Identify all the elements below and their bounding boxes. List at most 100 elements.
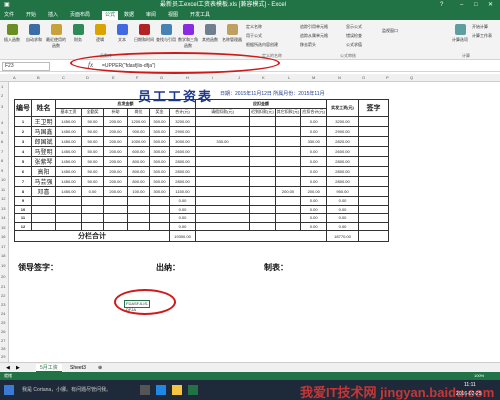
tab-formulas[interactable]: 公式: [102, 11, 119, 20]
table-cell[interactable]: 0.00: [300, 166, 328, 177]
table-cell[interactable]: 1450.00: [55, 176, 82, 187]
remove-arrows-button[interactable]: 移去箭头: [300, 42, 316, 48]
col-header[interactable]: F: [136, 75, 138, 80]
table-cell[interactable]: 0.00: [300, 156, 328, 167]
table-cell[interactable]: 0.00: [326, 213, 360, 223]
row-header[interactable]: 2: [1, 93, 3, 98]
name-manager-button[interactable]: 名称管理器: [222, 24, 242, 43]
sign-cell[interactable]: [358, 196, 390, 206]
windows-start-icon[interactable]: [4, 385, 14, 395]
table-cell[interactable]: 200.00: [300, 186, 328, 197]
table-cell[interactable]: 0.00: [169, 213, 196, 223]
table-cell[interactable]: 50.00: [81, 126, 104, 137]
trace-precedents-button[interactable]: 追踪引用单元格: [300, 24, 328, 30]
row-header[interactable]: 20: [1, 274, 5, 279]
calculate-now-button[interactable]: 开始计算: [472, 24, 488, 30]
table-cell[interactable]: 300.00: [149, 136, 170, 147]
table-cell[interactable]: 950.00: [326, 186, 360, 197]
table-cell[interactable]: [195, 176, 250, 187]
table-cell[interactable]: 0.00: [300, 116, 328, 127]
row-header[interactable]: 28: [1, 346, 5, 351]
sign-cell[interactable]: [358, 146, 390, 157]
tab-developer[interactable]: 开发工具: [190, 11, 210, 20]
table-cell[interactable]: [274, 213, 302, 223]
table-cell[interactable]: 0.00: [169, 196, 196, 206]
insert-function-button[interactable]: 插入函数: [2, 24, 22, 43]
table-cell[interactable]: [249, 221, 276, 231]
table-cell[interactable]: 200.00: [103, 146, 128, 157]
sign-cell[interactable]: [358, 136, 390, 147]
minimize-icon[interactable]: –: [460, 0, 463, 11]
tab-file[interactable]: 文件: [4, 11, 14, 20]
table-cell[interactable]: [195, 196, 250, 206]
table-cell[interactable]: [195, 213, 250, 223]
row-header[interactable]: 13: [1, 206, 5, 211]
table-cell[interactable]: [55, 204, 82, 214]
table-cell[interactable]: 200.00: [103, 166, 128, 177]
table-cell[interactable]: [249, 213, 276, 223]
tab-home[interactable]: 开始: [26, 11, 36, 20]
table-cell[interactable]: 0.00: [300, 126, 328, 137]
sign-cell[interactable]: [358, 116, 390, 127]
more-functions-button[interactable]: 其他函数: [200, 24, 220, 43]
table-cell[interactable]: [249, 126, 276, 137]
row-header[interactable]: 1: [1, 84, 3, 89]
table-cell[interactable]: 50.00: [81, 136, 104, 147]
table-cell[interactable]: [274, 176, 302, 187]
table-cell[interactable]: 900.00: [127, 126, 150, 137]
table-cell[interactable]: [127, 196, 150, 206]
table-cell[interactable]: [195, 166, 250, 177]
table-cell[interactable]: [55, 221, 82, 231]
table-cell[interactable]: [249, 156, 276, 167]
table-cell[interactable]: 600.00: [127, 146, 150, 157]
table-cell[interactable]: 1150.00: [169, 186, 196, 197]
table-cell[interactable]: [274, 204, 302, 214]
table-cell[interactable]: [55, 196, 82, 206]
row-header[interactable]: 11: [1, 187, 5, 192]
col-header[interactable]: Q: [410, 75, 413, 80]
row-header[interactable]: 12: [1, 196, 5, 201]
table-cell[interactable]: 200.00: [274, 186, 302, 197]
table-cell[interactable]: 0.00: [300, 176, 328, 187]
table-cell[interactable]: [274, 156, 302, 167]
row-header[interactable]: 29: [1, 354, 5, 359]
table-cell[interactable]: [81, 221, 104, 231]
cortana-search[interactable]: 我是 Cortana，小娜。有问题尽管问我。: [22, 386, 132, 393]
table-cell[interactable]: 800.00: [127, 166, 150, 177]
table-cell[interactable]: 300.00: [149, 176, 170, 187]
table-cell[interactable]: [149, 213, 170, 223]
row-header[interactable]: 17: [1, 244, 5, 249]
total-real[interactable]: 18770.00: [326, 230, 360, 242]
trace-dependents-button[interactable]: 追踪从属单元格: [300, 33, 328, 39]
table-cell[interactable]: 2800.00: [169, 156, 196, 167]
table-cell[interactable]: [31, 196, 56, 206]
table-cell[interactable]: [249, 136, 276, 147]
show-formulas-button[interactable]: 显示公式: [346, 24, 362, 30]
table-cell[interactable]: 0.00: [300, 213, 328, 223]
table-cell[interactable]: 11: [14, 213, 32, 223]
table-cell[interactable]: 6: [14, 166, 32, 177]
name-box[interactable]: F23: [2, 62, 50, 71]
table-cell[interactable]: 800.00: [127, 176, 150, 187]
table-cell[interactable]: [81, 204, 104, 214]
math-trig-button[interactable]: 数学和三角函数: [178, 24, 198, 49]
table-cell[interactable]: 0.00: [326, 196, 360, 206]
row-header[interactable]: 8: [1, 158, 3, 163]
sheet-tab-may-salary[interactable]: 5月工资: [36, 364, 62, 372]
folder-icon[interactable]: [172, 385, 182, 395]
table-cell[interactable]: 1200.00: [127, 116, 150, 127]
table-cell[interactable]: 1000.00: [127, 136, 150, 147]
table-cell[interactable]: [55, 213, 82, 223]
date-time-button[interactable]: 日期和时间: [134, 24, 154, 43]
table-cell[interactable]: 1450.00: [55, 166, 82, 177]
table-cell[interactable]: 50.00: [81, 116, 104, 127]
table-cell[interactable]: 0.00: [81, 186, 104, 197]
table-cell[interactable]: 200.00: [103, 126, 128, 137]
col-header[interactable]: H: [186, 75, 189, 80]
table-cell[interactable]: 张紫琴: [31, 156, 56, 167]
table-cell[interactable]: 2800.00: [169, 176, 196, 187]
table-cell[interactable]: 7: [14, 176, 32, 187]
create-from-selection-button[interactable]: 根据所选内容创建: [246, 42, 278, 48]
table-cell[interactable]: 0.00: [169, 221, 196, 231]
task-view-icon[interactable]: [140, 385, 150, 395]
